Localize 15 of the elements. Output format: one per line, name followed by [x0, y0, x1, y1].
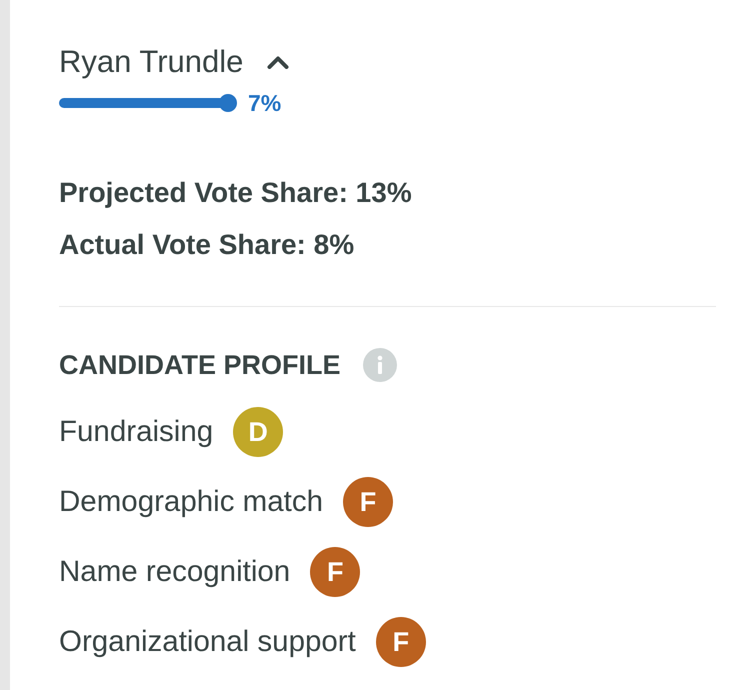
- section-heading: CANDIDATE PROFILE: [59, 349, 340, 382]
- profile-label: Fundraising: [59, 414, 214, 450]
- grade-badge: F: [310, 547, 360, 597]
- profile-label: Organizational support: [59, 624, 356, 660]
- profile-label: Demographic match: [59, 484, 323, 520]
- vote-share-text: Actual Vote Share: 8%: [59, 228, 356, 262]
- profile-label: Name recognition: [59, 554, 290, 590]
- info-icon[interactable]: [362, 348, 396, 382]
- vote-share-text: Projected Vote Share: 13%: [59, 176, 413, 210]
- grade-badge: F: [376, 617, 426, 667]
- grade-badge: F: [342, 477, 393, 527]
- candidate-toggle[interactable]: Ryan Trundle: [59, 42, 290, 82]
- vote-share-value: 7%: [248, 91, 282, 115]
- grade-badge: D: [233, 407, 284, 457]
- caret-icon: [267, 55, 290, 69]
